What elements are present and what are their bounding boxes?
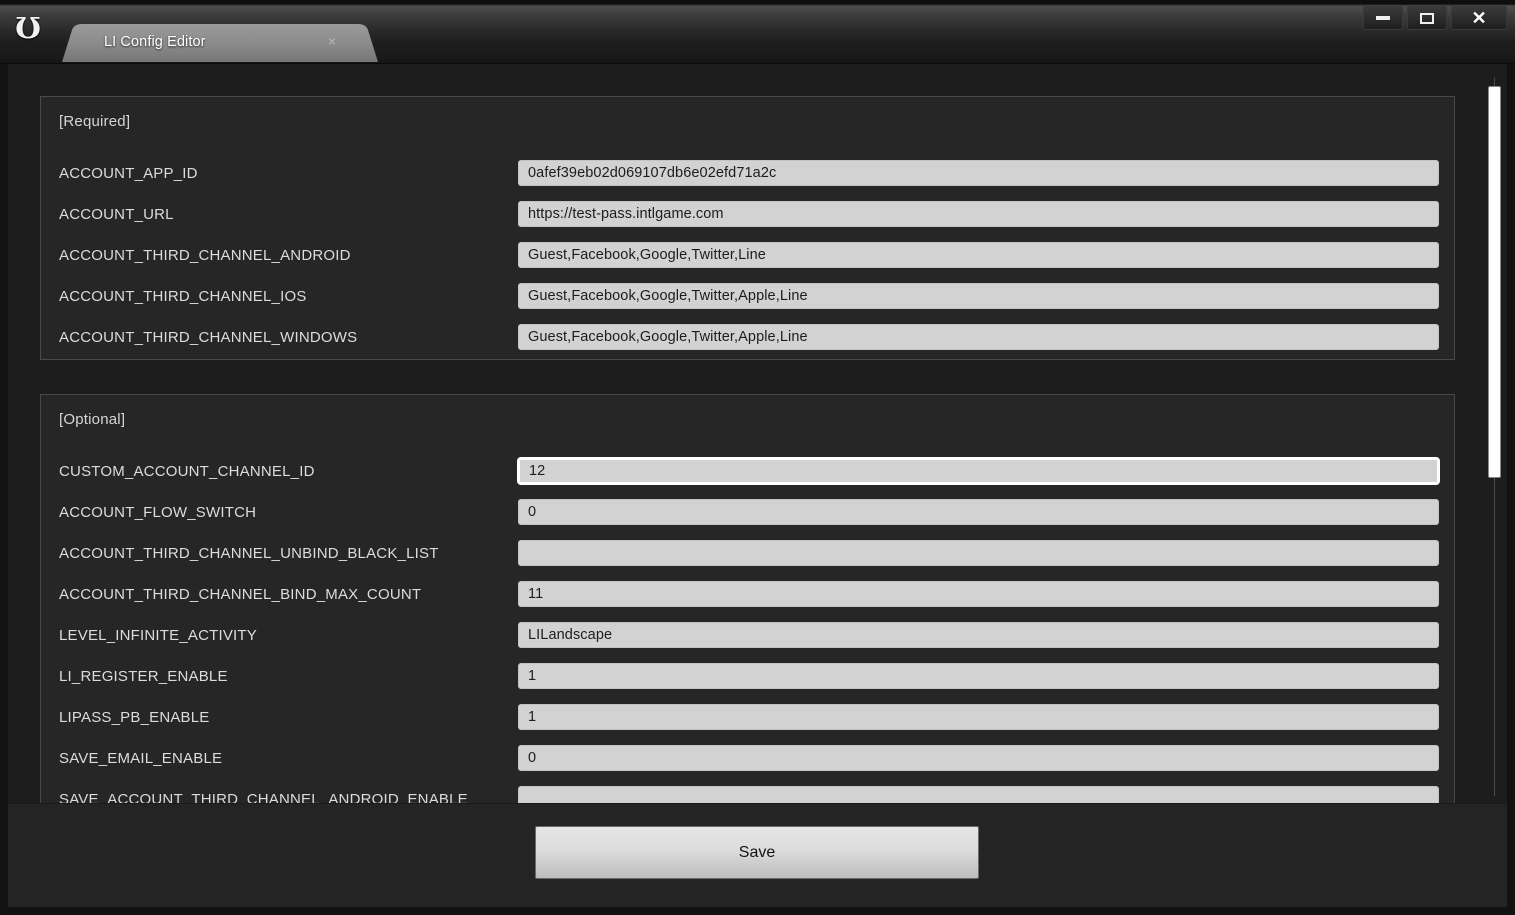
config-row: ACCOUNT_THIRD_CHANNEL_ANDROID Guest,Faceb… [41, 237, 1454, 278]
config-value-input[interactable]: https://test-pass.intlgame.com [518, 201, 1439, 227]
config-value-text: 0 [528, 504, 536, 520]
config-value-input[interactable]: Guest,Facebook,Google,Twitter,Apple,Line [518, 283, 1439, 309]
config-value-text: 1 [528, 668, 536, 684]
config-value-text: https://test-pass.intlgame.com [528, 206, 724, 222]
config-value-text: Guest,Facebook,Google,Twitter,Apple,Line [528, 288, 808, 304]
required-section-panel: [Required] ACCOUNT_APP_ID 0afef39eb02d069… [40, 96, 1455, 360]
config-value-input[interactable]: Guest,Facebook,Google,Twitter,Apple,Line [518, 324, 1439, 350]
close-button[interactable]: ✕ [1451, 6, 1507, 30]
footer-bar: Save [8, 803, 1507, 907]
config-value-input[interactable]: 0 [518, 745, 1439, 771]
title-bar: Ʊ LI Config Editor × [0, 0, 1515, 64]
config-value-text: LILandscape [528, 627, 612, 643]
config-row-label: ACCOUNT_THIRD_CHANNEL_ANDROID [59, 247, 351, 264]
config-row-label: LEVEL_INFINITE_ACTIVITY [59, 627, 257, 644]
config-row: CUSTOM_ACCOUNT_CHANNEL_ID 12 [41, 453, 1454, 494]
config-value-input[interactable]: 0afef39eb02d069107db6e02efd71a2c [518, 160, 1439, 186]
maximize-icon [1420, 13, 1434, 24]
config-row: SAVE_EMAIL_ENABLE 0 [41, 740, 1454, 781]
config-row: ACCOUNT_THIRD_CHANNEL_UNBIND_BLACK_LIST [41, 535, 1454, 576]
config-row-label: LI_REGISTER_ENABLE [59, 668, 228, 685]
config-row: LI_REGISTER_ENABLE 1 [41, 658, 1454, 699]
config-scroll-region: [Required] ACCOUNT_APP_ID 0afef39eb02d069… [8, 64, 1507, 803]
config-value-input[interactable]: LILandscape [518, 622, 1439, 648]
config-value-input[interactable]: 12 [518, 458, 1439, 484]
config-value-input[interactable]: Guest,Facebook,Google,Twitter,Line [518, 242, 1439, 268]
config-value-text: 0afef39eb02d069107db6e02efd71a2c [528, 165, 776, 181]
maximize-button[interactable] [1407, 6, 1447, 30]
unreal-config-editor-window: Ʊ LI Config Editor × [0, 0, 1515, 915]
config-value-input[interactable]: 1 [518, 663, 1439, 689]
close-icon: ✕ [1471, 9, 1486, 27]
config-row: ACCOUNT_APP_ID 0afef39eb02d069107db6e02ef… [41, 155, 1454, 196]
config-value-input[interactable]: 0 [518, 499, 1439, 525]
vertical-scrollbar[interactable] [1488, 78, 1502, 796]
config-value-text: 12 [529, 463, 545, 479]
config-row: ACCOUNT_FLOW_SWITCH 0 [41, 494, 1454, 535]
config-value-text: Guest,Facebook,Google,Twitter,Line [528, 247, 766, 263]
config-value-input[interactable] [518, 786, 1439, 803]
config-value-input[interactable]: 1 [518, 704, 1439, 730]
config-value-text: 1 [528, 709, 536, 725]
config-row-label: SAVE_EMAIL_ENABLE [59, 750, 222, 767]
config-row: SAVE_ACCOUNT_THIRD_CHANNEL_ANDROID_ENABL… [41, 781, 1454, 803]
minimize-icon [1376, 16, 1390, 20]
required-section-title: [Required] [59, 113, 130, 130]
optional-section-title: [Optional] [59, 411, 125, 428]
config-row-label: ACCOUNT_THIRD_CHANNEL_IOS [59, 288, 307, 305]
optional-section-panel: [Optional] CUSTOM_ACCOUNT_CHANNEL_ID 12 AC… [40, 394, 1455, 803]
config-row-label: ACCOUNT_FLOW_SWITCH [59, 504, 256, 521]
config-row-label: ACCOUNT_THIRD_CHANNEL_BIND_MAX_COUNT [59, 586, 421, 603]
config-row-label: ACCOUNT_THIRD_CHANNEL_UNBIND_BLACK_LIST [59, 545, 439, 562]
config-row: ACCOUNT_URL https://test-pass.intlgame.co… [41, 196, 1454, 237]
minimize-button[interactable] [1363, 6, 1403, 30]
scrollbar-thumb[interactable] [1488, 86, 1501, 478]
window-body: [Required] ACCOUNT_APP_ID 0afef39eb02d069… [0, 64, 1515, 915]
config-row-label: CUSTOM_ACCOUNT_CHANNEL_ID [59, 463, 315, 480]
config-value-input[interactable] [518, 540, 1439, 566]
config-row-label: LIPASS_PB_ENABLE [59, 709, 210, 726]
config-value-text: Guest,Facebook,Google,Twitter,Apple,Line [528, 329, 808, 345]
config-value-input[interactable]: 11 [518, 581, 1439, 607]
config-row-label: ACCOUNT_THIRD_CHANNEL_WINDOWS [59, 329, 357, 346]
config-value-text: 11 [528, 586, 543, 602]
config-row: ACCOUNT_THIRD_CHANNEL_BIND_MAX_COUNT 11 [41, 576, 1454, 617]
config-row: ACCOUNT_THIRD_CHANNEL_WINDOWS Guest,Faceb… [41, 319, 1454, 360]
config-row-label: ACCOUNT_APP_ID [59, 165, 198, 182]
tab-close-icon[interactable]: × [324, 34, 340, 50]
window-controls: ✕ [1363, 6, 1507, 30]
config-row: LIPASS_PB_ENABLE 1 [41, 699, 1454, 740]
unreal-engine-logo-icon: Ʊ [8, 8, 48, 48]
save-button[interactable]: Save [535, 826, 979, 879]
tab-title: LI Config Editor [104, 34, 206, 50]
config-row: ACCOUNT_THIRD_CHANNEL_IOS Guest,Facebook,… [41, 278, 1454, 319]
editor-tab[interactable]: LI Config Editor × [62, 24, 378, 62]
config-value-text: 0 [528, 750, 536, 766]
config-row: LEVEL_INFINITE_ACTIVITY LILandscape [41, 617, 1454, 658]
config-row-label: ACCOUNT_URL [59, 206, 174, 223]
config-row-label: SAVE_ACCOUNT_THIRD_CHANNEL_ANDROID_ENABL… [59, 791, 468, 803]
